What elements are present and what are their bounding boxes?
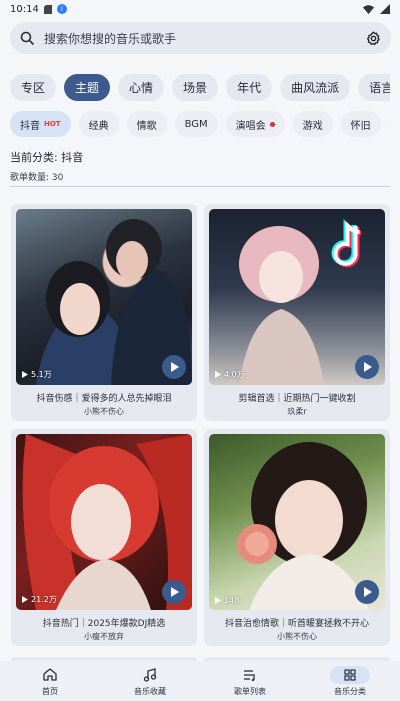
divider (10, 186, 390, 187)
home-icon (30, 666, 70, 684)
tab-genre[interactable]: 曲风流派 (280, 74, 351, 101)
playlist-icon (230, 666, 270, 684)
search-bar[interactable]: 搜索你想搜的音乐或歌手 (10, 22, 391, 54)
tab-scene[interactable]: 场景 (172, 74, 219, 101)
subtab-nostalgia[interactable]: 怀旧 (340, 111, 381, 137)
tab-language[interactable]: 语言 (358, 74, 390, 101)
nav-playlists[interactable]: 歌单列表 (200, 661, 300, 701)
search-icon (20, 31, 34, 45)
nav-home[interactable]: 首页 (0, 661, 100, 701)
wifi-icon (363, 4, 374, 14)
play-button[interactable] (162, 355, 186, 379)
play-count: 5.1万 (22, 369, 52, 380)
nav-label: 音乐分类 (334, 686, 366, 696)
notification-info-icon: i (56, 4, 67, 14)
bottom-navigation: 首页 音乐收藏 歌单列表 音乐分类 (0, 661, 400, 701)
playlist-author: 小熊不伤心 (277, 632, 317, 641)
nav-categories[interactable]: 音乐分类 (300, 661, 400, 701)
subtab-love-songs[interactable]: 情歌 (126, 111, 167, 137)
playlist-card[interactable]: 4.0万 剪辑首选｜近期热门一键收割 玖柔r (204, 204, 390, 421)
play-icon (363, 362, 372, 372)
subtab-game[interactable]: 游戏 (292, 111, 333, 137)
subtab-bgm[interactable]: BGM (174, 111, 218, 137)
play-count: 21.2万 (22, 594, 57, 605)
playlist-cover[interactable]: 5.1万 (16, 209, 192, 385)
search-placeholder[interactable]: 搜索你想搜的音乐或歌手 (44, 30, 176, 47)
play-button[interactable] (355, 580, 379, 604)
playlist-card[interactable]: 21.2万 抖音热门｜2025年爆款DJ精选 小瘦不放弃 (11, 429, 197, 646)
play-button[interactable] (355, 355, 379, 379)
play-count-value: 4.0万 (224, 370, 245, 379)
subtab-concert[interactable]: 演唱会 (225, 111, 285, 137)
status-time: 10:14 (10, 3, 39, 15)
status-bar: 10:14 i (0, 0, 400, 18)
play-icon (170, 362, 179, 372)
play-button[interactable] (162, 580, 186, 604)
play-small-icon (215, 371, 221, 378)
subtab-douyin[interactable]: 抖音 HOT (10, 111, 71, 137)
tab-era[interactable]: 年代 (226, 74, 273, 101)
playlist-title: 抖音伤感｜爱得多的人总先掉眼泪 (36, 394, 172, 404)
play-count-value: 5.1万 (31, 370, 52, 379)
nav-favorites[interactable]: 音乐收藏 (100, 661, 200, 701)
playlist-card[interactable]: 5.1万 抖音伤感｜爱得多的人总先掉眼泪 小熊不伤心 (11, 204, 197, 421)
subtab-label: 演唱会 (235, 120, 266, 132)
playlist-cover[interactable]: 4.0万 (209, 209, 385, 385)
play-count-value: 21.2万 (31, 595, 57, 604)
tab-zone[interactable]: 专区 (10, 74, 57, 101)
tab-theme[interactable]: 主题 (64, 74, 111, 101)
subtab-ancient[interactable]: 古 (388, 111, 390, 137)
playlist-author: 小熊不伤心 (84, 407, 124, 416)
current-category: 当前分类: 抖音 (10, 151, 84, 164)
battery-icon (380, 4, 390, 14)
play-count: 4.0万 (215, 369, 245, 380)
play-icon (170, 587, 179, 597)
playlist-card[interactable]: 148 抖音治愈情歌｜听首暖宴拯救不开心 小熊不伤心 (204, 429, 390, 646)
playlist-author: 小瘦不放弃 (84, 632, 124, 641)
category-info: 当前分类: 抖音 歌单数量: 30 (10, 149, 83, 183)
subtab-classic[interactable]: 经典 (78, 111, 119, 137)
nav-label: 首页 (42, 686, 58, 696)
play-icon (363, 587, 372, 597)
sub-category-tabs: 抖音 HOT 经典 情歌 BGM 演唱会 游戏 怀旧 古 (10, 111, 390, 137)
play-count: 148 (215, 596, 239, 605)
play-small-icon (22, 596, 28, 603)
playlist-title: 抖音热门｜2025年爆款DJ精选 (42, 619, 166, 629)
grid-icon (330, 665, 370, 684)
subtab-label: 抖音 (20, 120, 40, 132)
play-small-icon (22, 371, 28, 378)
gear-icon[interactable] (366, 30, 381, 46)
playlist-author: 玖柔r (287, 407, 307, 416)
music-note-icon (130, 666, 170, 684)
playlist-title: 剪辑首选｜近期热门一键收割 (238, 394, 356, 404)
playlist-count: 歌单数量: 30 (10, 173, 64, 183)
main-category-tabs: 专区 主题 心情 场景 年代 曲风流派 语言 (10, 74, 390, 101)
new-dot (269, 121, 275, 127)
play-count-value: 148 (224, 596, 240, 605)
playlist-title: 抖音治愈情歌｜听首暖宴拯救不开心 (224, 619, 369, 629)
nav-label: 歌单列表 (234, 686, 266, 696)
playlist-cover[interactable]: 148 (209, 434, 385, 610)
playlist-cover[interactable]: 21.2万 (16, 434, 192, 610)
play-small-icon (215, 597, 221, 604)
hot-badge: HOT (44, 120, 61, 128)
nav-label: 音乐收藏 (134, 686, 166, 696)
sd-card-icon (43, 4, 52, 14)
playlist-grid: 5.1万 抖音伤感｜爱得多的人总先掉眼泪 小熊不伤心 4.0万 剪辑首选｜近期热… (11, 204, 391, 646)
tab-mood[interactable]: 心情 (118, 74, 165, 101)
